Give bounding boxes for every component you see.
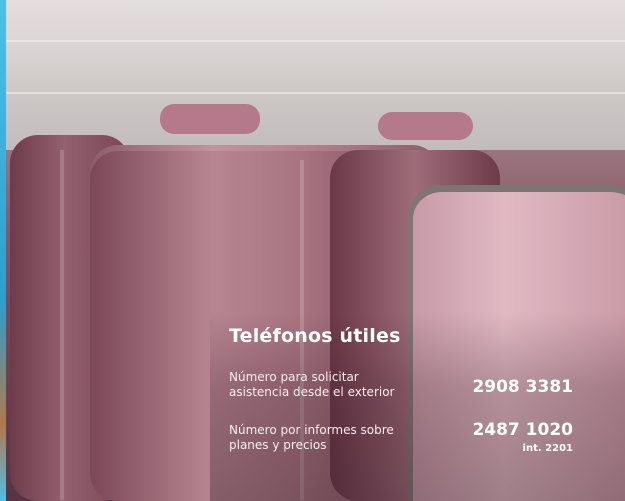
background-photo: Teléfonos útiles Número para solicitar a… — [0, 0, 625, 501]
phone-number[interactable]: 2908 3381 — [472, 377, 573, 397]
wall-groove — [6, 92, 625, 94]
wall-groove — [6, 40, 625, 42]
suitcase-handle — [378, 112, 473, 140]
entry-label: Número por informes sobre planes y preci… — [229, 423, 439, 453]
card-title: Teléfonos útiles — [229, 325, 401, 347]
entry-label: Número para solicitar asistencia desde e… — [229, 370, 439, 400]
phone-extension: int. 2201 — [522, 443, 573, 454]
entry-label-line: Número por informes sobre — [229, 423, 394, 437]
phone-number[interactable]: 2487 1020 — [472, 420, 573, 440]
entry-label-line: planes y precios — [229, 438, 327, 452]
entry-label-line: asistencia desde el exterior — [229, 385, 395, 399]
entry-label-line: Número para solicitar — [229, 370, 359, 384]
suitcase-handle — [160, 104, 260, 134]
wall-panel — [6, 0, 625, 150]
zipper-seam — [60, 150, 64, 500]
